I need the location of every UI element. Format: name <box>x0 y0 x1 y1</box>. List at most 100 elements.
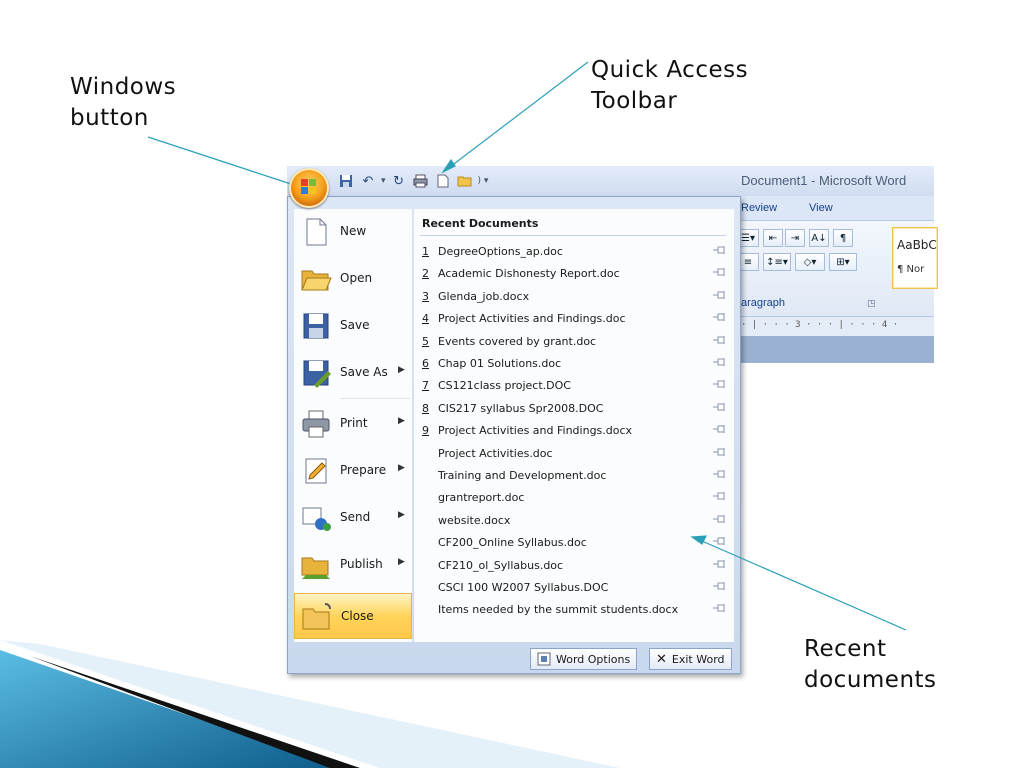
recent-document-name: Project Activities.doc <box>438 446 553 460</box>
recent-document-number: 2 <box>422 267 429 281</box>
menu-label: Open <box>340 271 373 285</box>
document-title: Document1 - Microsoft Word <box>741 173 907 188</box>
office-logo-icon <box>301 179 316 194</box>
print-icon[interactable] <box>412 172 430 190</box>
recent-document-item[interactable]: Project Activities.doc <box>414 442 734 464</box>
shading-icon[interactable]: ◇▾ <box>795 253 825 271</box>
pin-icon[interactable] <box>713 402 727 412</box>
annotation-line-2: Toolbar <box>591 88 678 114</box>
print-icon <box>302 410 330 438</box>
exit-word-button[interactable]: ✕ Exit Word <box>649 648 732 670</box>
pin-icon[interactable] <box>713 469 727 479</box>
pin-icon[interactable] <box>713 514 727 524</box>
menu-label: Print <box>340 416 368 430</box>
pin-icon[interactable] <box>713 357 727 367</box>
office-menu-footer: Word Options ✕ Exit Word <box>288 645 740 673</box>
tab-view[interactable]: View <box>809 202 833 214</box>
pin-icon[interactable] <box>713 491 727 501</box>
style-normal[interactable]: AaBbC ¶ Nor <box>892 227 938 289</box>
menu-publish[interactable]: Publish ▶ <box>294 542 412 588</box>
menu-label: Send <box>340 510 371 524</box>
close-folder-icon <box>302 603 331 630</box>
pin-icon[interactable] <box>713 335 727 345</box>
recent-document-item[interactable]: 8 CIS217 syllabus Spr2008.DOC <box>414 397 734 419</box>
pin-icon[interactable] <box>713 581 727 591</box>
customize-toolbar-icon[interactable]: ) ▾ <box>478 176 489 186</box>
recent-document-number: 7 <box>422 379 429 393</box>
annotation-line-1: Windows <box>70 74 177 100</box>
recent-document-item[interactable]: 9 Project Activities and Findings.docx <box>414 419 734 441</box>
show-formatting-icon[interactable]: ¶ <box>833 229 853 247</box>
recent-document-number: 9 <box>422 424 429 438</box>
borders-icon[interactable]: ⊞▾ <box>829 253 857 271</box>
redo-icon[interactable]: ↻ <box>390 172 408 190</box>
pin-icon[interactable] <box>713 424 727 434</box>
close-icon: ✕ <box>656 651 667 667</box>
pin-icon[interactable] <box>713 536 727 546</box>
pin-icon[interactable] <box>713 290 727 300</box>
recent-document-item[interactable]: 1 DegreeOptions_ap.doc <box>414 240 734 262</box>
recent-document-item[interactable]: CF200_Online Syllabus.doc <box>414 531 734 553</box>
decrease-indent-icon[interactable]: ⇤ <box>763 229 783 247</box>
open-folder-icon[interactable] <box>456 172 474 190</box>
new-document-icon <box>306 218 327 246</box>
undo-icon[interactable]: ↶ <box>359 172 377 190</box>
recent-document-item[interactable]: 7 CS121class project.DOC <box>414 374 734 396</box>
line-spacing-icon[interactable]: ↕≡▾ <box>763 253 791 271</box>
save-icon[interactable] <box>337 172 355 190</box>
recent-document-item[interactable]: 6 Chap 01 Solutions.doc <box>414 352 734 374</box>
send-icon <box>302 507 331 531</box>
quick-access-toolbar-annotation: Quick Access Toolbar <box>591 55 748 117</box>
submenu-arrow-icon: ▶ <box>398 510 405 520</box>
menu-print[interactable]: Print ▶ <box>294 401 412 447</box>
office-button[interactable] <box>289 168 329 208</box>
recent-document-number: 1 <box>422 245 429 258</box>
increase-indent-icon[interactable]: ⇥ <box>785 229 805 247</box>
word-options-button[interactable]: Word Options <box>530 648 638 670</box>
ruler-marks: · | · · · 3 · · · | · · · 4 · <box>741 320 899 330</box>
pin-icon[interactable] <box>713 245 727 255</box>
menu-save-as[interactable]: Save As ▶ <box>294 350 412 396</box>
pin-icon[interactable] <box>713 447 727 457</box>
undo-dropdown-icon[interactable]: ▾ <box>381 176 386 186</box>
pin-icon[interactable] <box>713 559 727 569</box>
recent-document-item[interactable]: website.docx <box>414 509 734 531</box>
menu-send[interactable]: Send ▶ <box>294 495 412 541</box>
annotation-line-2: button <box>70 105 149 131</box>
dialog-launcher-icon[interactable]: ◳ <box>867 299 876 309</box>
recent-document-item[interactable]: 5 Events covered by grant.doc <box>414 330 734 352</box>
recent-document-item[interactable]: CSCI 100 W2007 Syllabus.DOC <box>414 576 734 598</box>
style-name: ¶ Nor <box>897 264 925 275</box>
menu-label: Publish <box>340 557 383 571</box>
recent-document-item[interactable]: Training and Development.doc <box>414 464 734 486</box>
submenu-arrow-icon: ▶ <box>398 463 405 473</box>
menu-new[interactable]: New <box>294 209 412 255</box>
pin-icon[interactable] <box>713 267 727 277</box>
recent-document-number: 8 <box>422 401 429 415</box>
quick-access-toolbar-callout-line <box>445 61 589 171</box>
sort-icon[interactable]: A↓ <box>809 229 829 247</box>
pin-icon[interactable] <box>713 379 727 389</box>
recent-document-name: Training and Development.doc <box>438 469 607 482</box>
submenu-arrow-icon: ▶ <box>398 557 405 567</box>
new-document-icon[interactable] <box>434 172 452 190</box>
menu-prepare[interactable]: Prepare ▶ <box>294 448 412 494</box>
ribbon-body: ☰▾ ⇤ ⇥ A↓ ¶ ≡ ↕≡▾ ◇▾ ⊞▾ AaBbC ¶ Nor arag… <box>737 220 938 317</box>
tab-review[interactable]: Review <box>741 202 777 214</box>
recent-document-item[interactable]: CF210_ol_Syllabus.doc <box>414 554 734 576</box>
ruler: · | · · · 3 · · · | · · · 4 · <box>737 316 934 337</box>
word-window: ↶ ▾ ↻ ) ▾ Document1 - Microsoft Word Rev… <box>287 166 938 676</box>
pin-icon[interactable] <box>713 312 727 322</box>
pin-icon[interactable] <box>713 603 727 613</box>
recent-document-name: DegreeOptions_ap.doc <box>438 245 563 258</box>
recent-document-item[interactable]: 4 Project Activities and Findings.doc <box>414 307 734 329</box>
menu-save[interactable]: Save <box>294 303 412 349</box>
recent-document-item[interactable]: 3 Glenda_job.docx <box>414 285 734 307</box>
recent-document-item[interactable]: 2 Academic Dishonesty Report.doc <box>414 262 734 284</box>
windows-button-callout-line <box>147 136 298 187</box>
menu-open[interactable]: Open <box>294 256 412 302</box>
recent-document-item[interactable]: grantreport.doc <box>414 486 734 508</box>
recent-document-item[interactable]: Items needed by the summit students.docx <box>414 598 734 620</box>
recent-document-number: 6 <box>422 357 429 370</box>
menu-close[interactable]: Close <box>294 593 412 639</box>
